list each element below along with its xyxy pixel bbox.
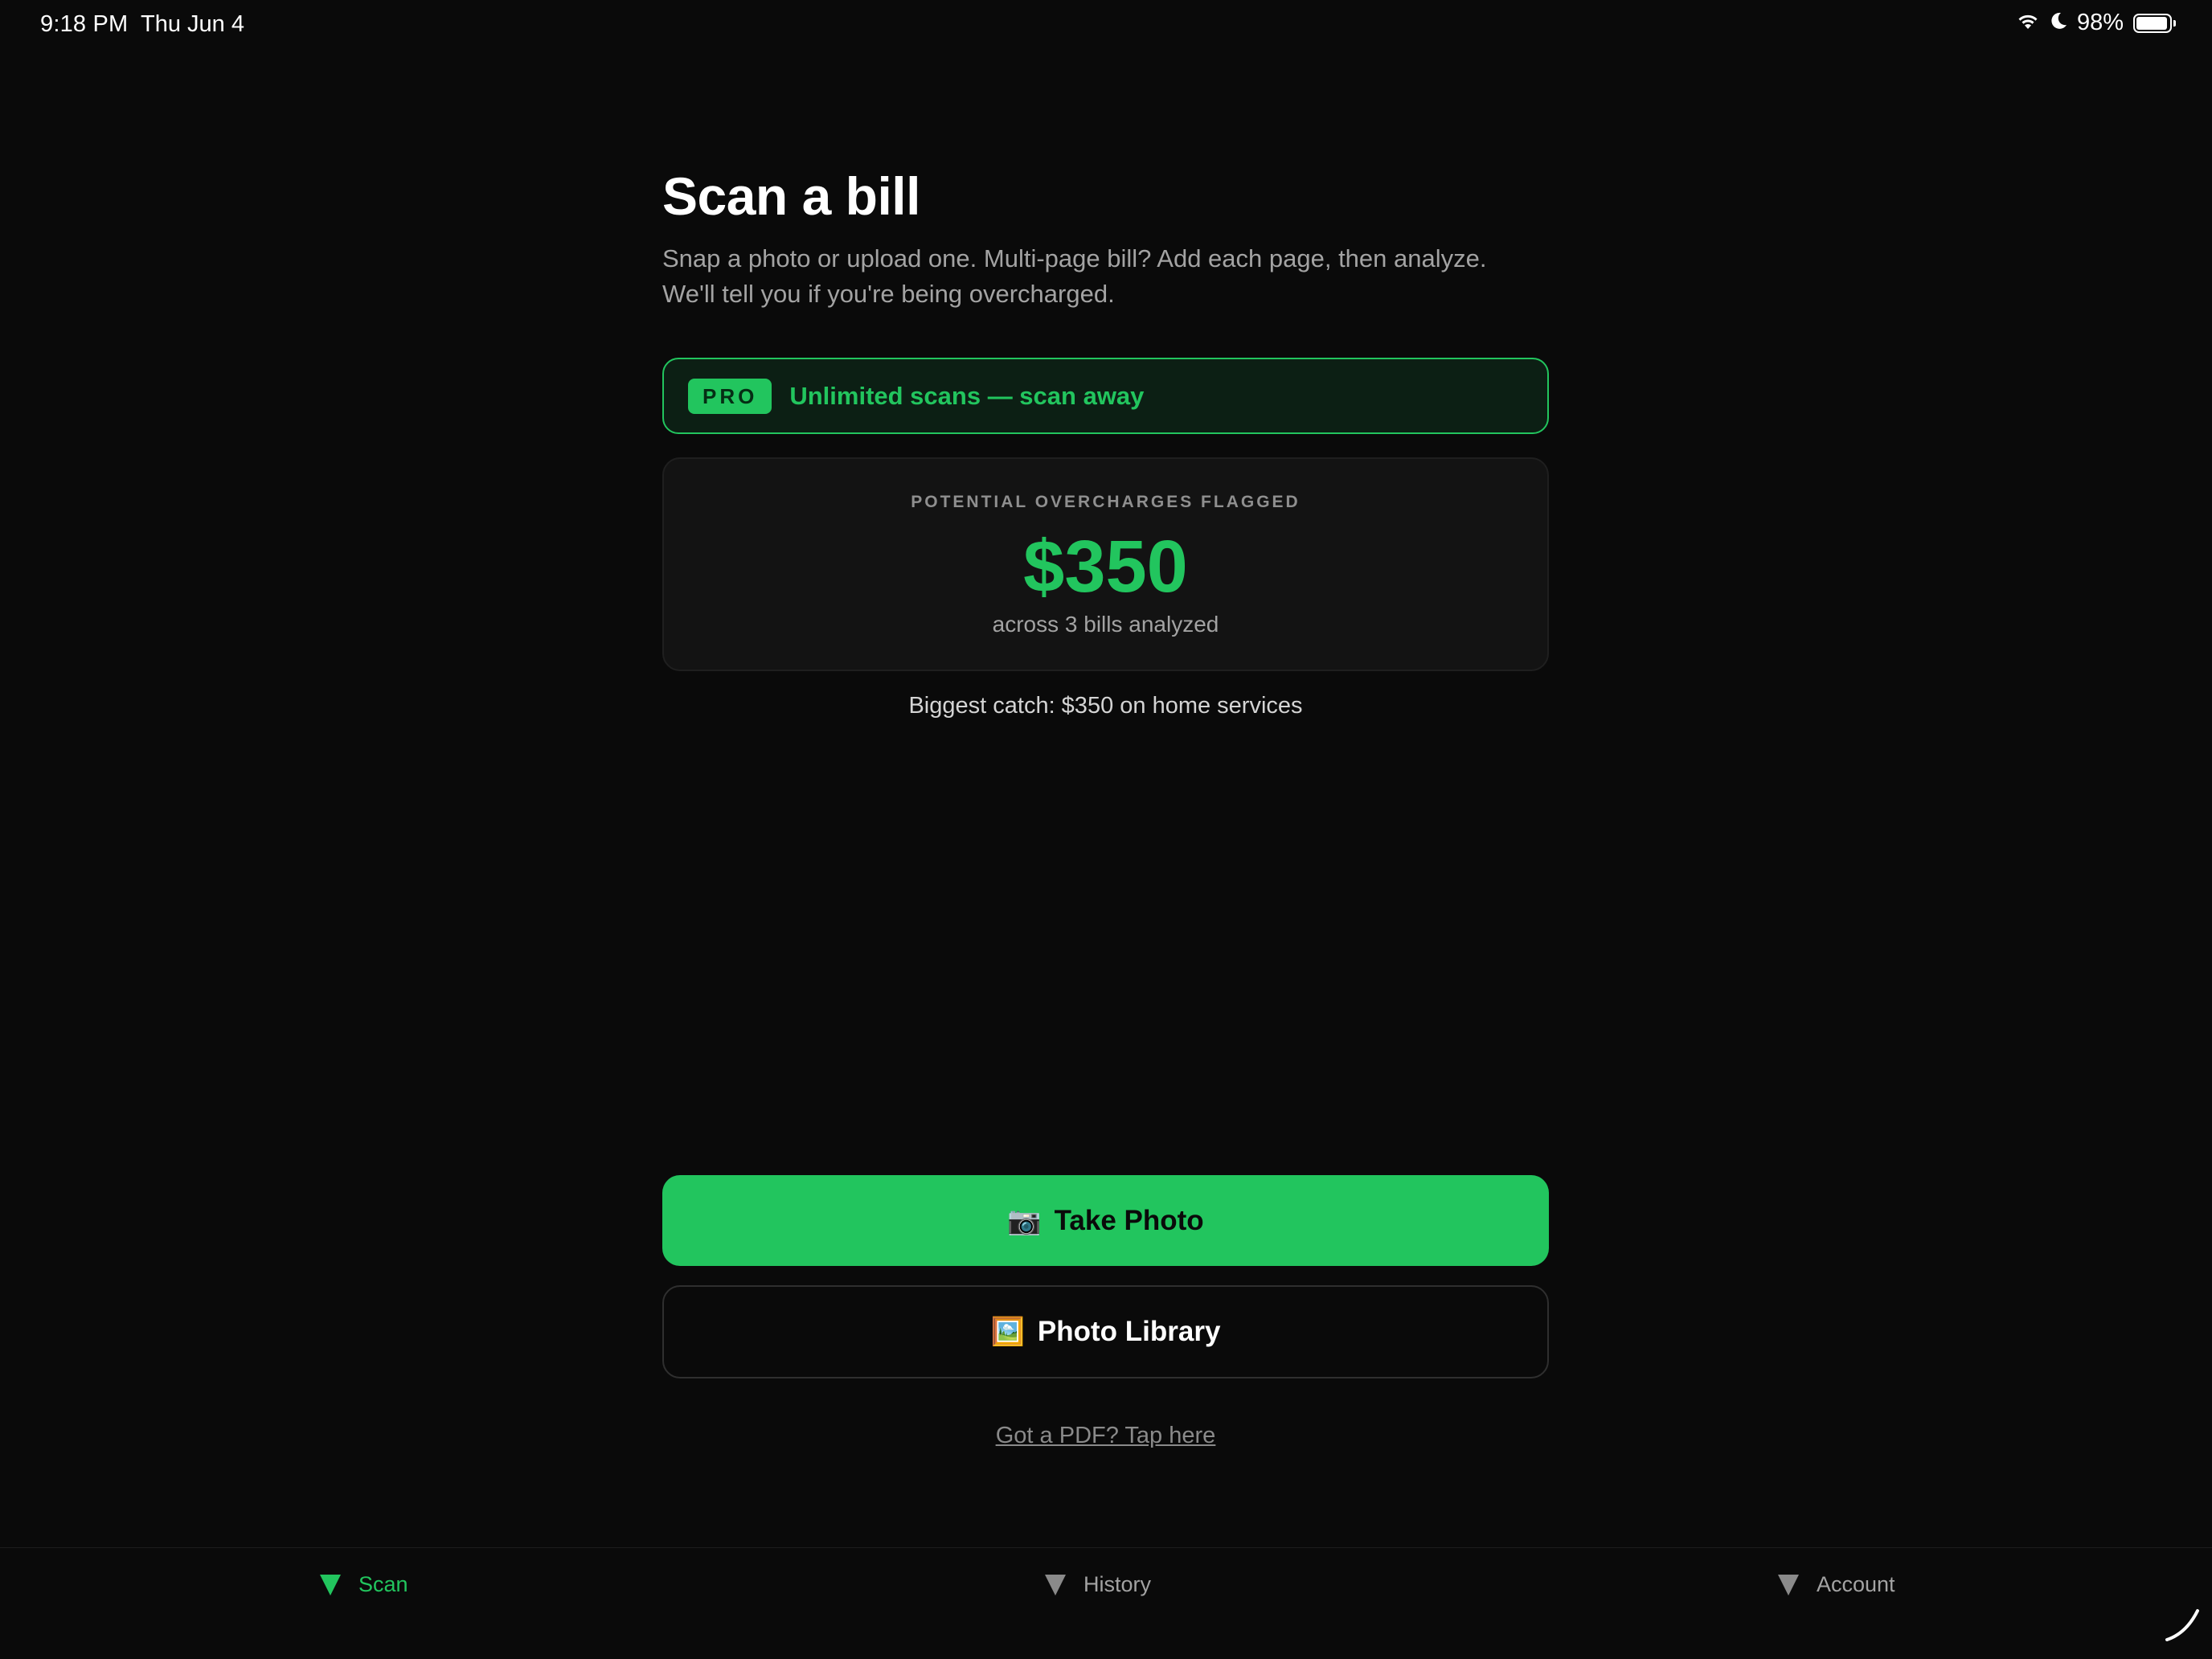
page-subtitle: Snap a photo or upload one. Multi-page b… xyxy=(662,241,1549,312)
picture-icon: 🖼️ xyxy=(990,1317,1025,1347)
tab-history[interactable]: History xyxy=(1045,1572,1151,1597)
tab-scan[interactable]: Scan xyxy=(320,1572,408,1597)
overcharges-amount: $350 xyxy=(1023,526,1188,608)
tab-scan-label: Scan xyxy=(358,1572,408,1596)
scan-tab-icon xyxy=(320,1574,341,1596)
pro-banner: PRO Unlimited scans — scan away xyxy=(662,358,1549,434)
status-indicators: 98% xyxy=(2016,10,2176,36)
status-time: 9:18 PM xyxy=(40,11,129,37)
tab-account-label: Account xyxy=(1817,1572,1895,1596)
take-photo-button[interactable]: 📷 Take Photo xyxy=(662,1175,1549,1266)
page-title: Scan a bill xyxy=(662,166,920,226)
pdf-upload-link[interactable]: Got a PDF? Tap here xyxy=(662,1423,1549,1449)
account-tab-icon xyxy=(1778,1574,1799,1596)
overcharges-card: POTENTIAL OVERCHARGES FLAGGED $350 acros… xyxy=(662,457,1549,671)
wifi-icon xyxy=(2016,11,2040,35)
corner-swipe-icon xyxy=(2162,1604,2202,1649)
moon-icon xyxy=(2050,11,2067,35)
subtitle-line-2: We'll tell you if you're being overcharg… xyxy=(662,280,1115,308)
scan-screen: 9:18 PM Thu Jun 4 98% Scan a bill Snap a… xyxy=(0,0,2212,1659)
biggest-catch-text: Biggest catch: $350 on home services xyxy=(908,693,1303,719)
tab-bar: Scan History Account xyxy=(0,1547,2212,1659)
pro-badge: PRO xyxy=(688,378,772,414)
overcharges-label: POTENTIAL OVERCHARGES FLAGGED xyxy=(911,493,1301,511)
battery-icon xyxy=(2133,13,2176,33)
bills-analyzed-text: across 3 bills analyzed xyxy=(992,612,1219,637)
tab-history-label: History xyxy=(1083,1572,1152,1596)
status-date: Thu Jun 4 xyxy=(141,11,244,37)
take-photo-label: Take Photo xyxy=(1054,1204,1204,1236)
tab-account[interactable]: Account xyxy=(1778,1572,1895,1597)
status-bar: 9:18 PM Thu Jun 4 98% xyxy=(0,0,2212,51)
camera-icon: 📷 xyxy=(1007,1205,1042,1236)
subtitle-line-1: Snap a photo or upload one. Multi-page b… xyxy=(662,244,1487,272)
history-tab-icon xyxy=(1045,1574,1066,1596)
pdf-upload-link-text: Got a PDF? Tap here xyxy=(995,1423,1216,1448)
photo-library-label: Photo Library xyxy=(1037,1316,1221,1347)
photo-library-button[interactable]: 🖼️ Photo Library xyxy=(662,1285,1549,1378)
battery-percent: 98% xyxy=(2076,10,2124,35)
pro-banner-text: Unlimited scans — scan away xyxy=(789,381,1145,410)
